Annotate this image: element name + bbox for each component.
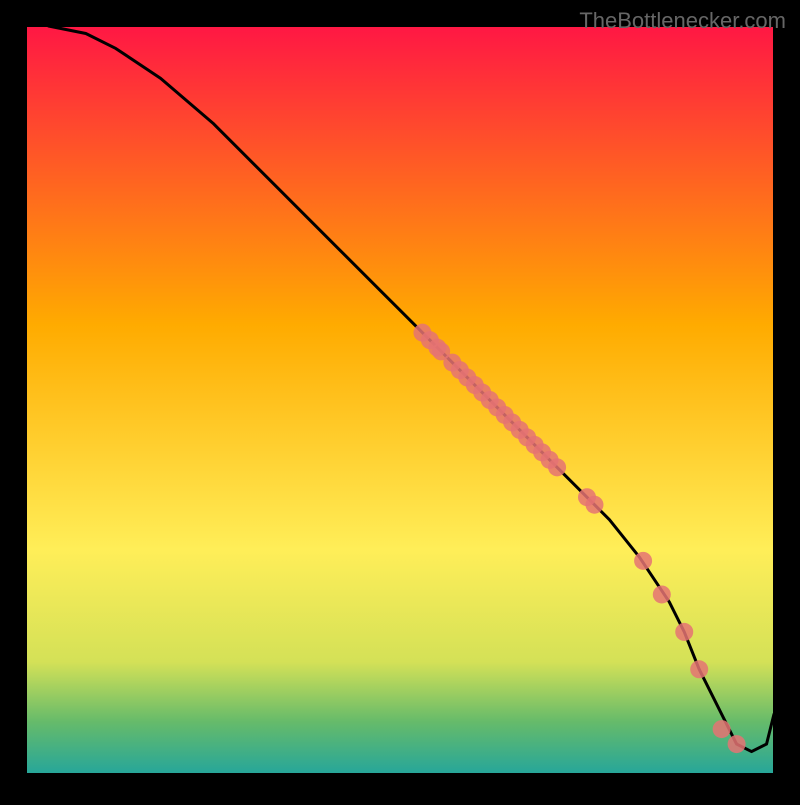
watermark-text: TheBottlenecker.com <box>579 8 786 34</box>
chart-container <box>0 0 800 800</box>
bottleneck-chart <box>0 0 800 800</box>
